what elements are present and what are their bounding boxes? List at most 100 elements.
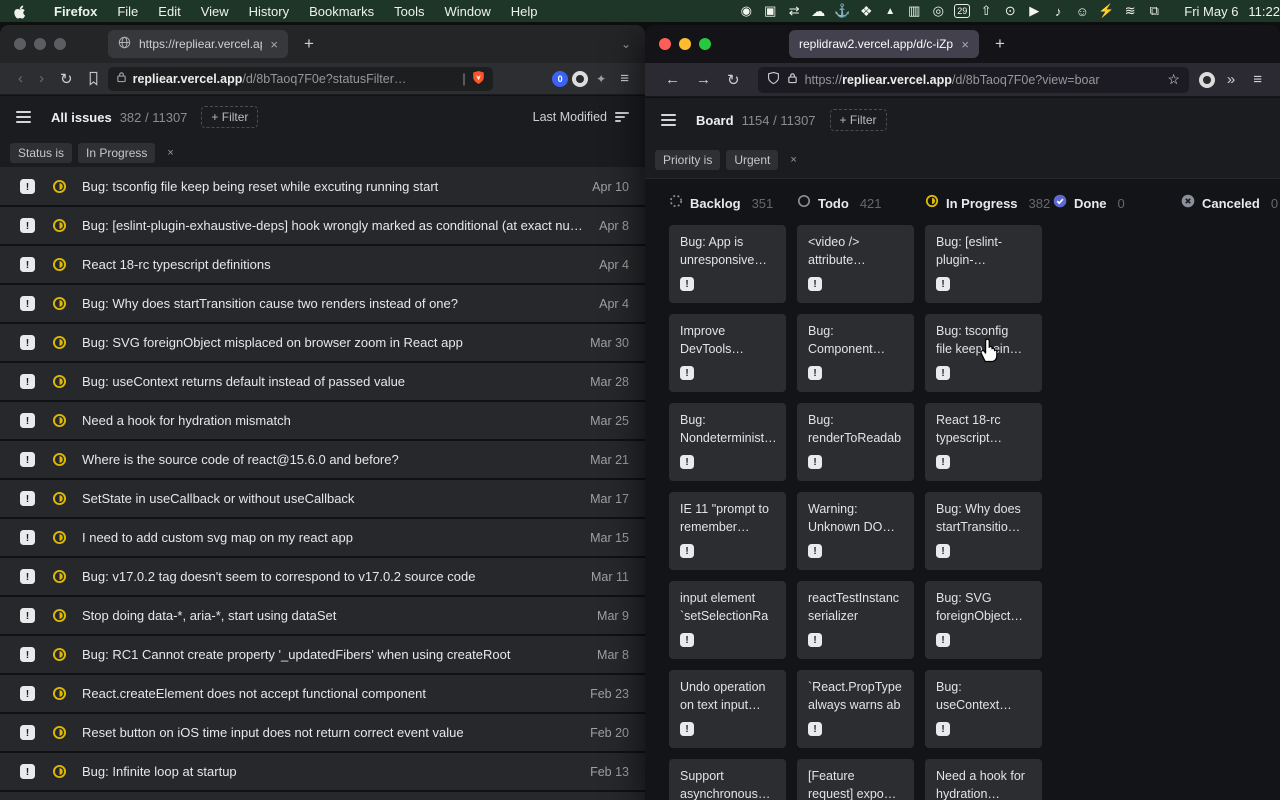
docker-icon[interactable]: ⚓ — [830, 3, 854, 19]
in-progress-status-icon[interactable] — [52, 686, 67, 701]
in-progress-status-icon[interactable] — [52, 608, 67, 623]
issue-row[interactable]: ! Bug: tsconfig file keep being reset wh… — [0, 168, 645, 205]
in-progress-status-icon[interactable] — [52, 218, 67, 233]
filter-field-chip[interactable]: Status is — [10, 143, 72, 163]
tab-close-icon[interactable]: × — [961, 37, 969, 52]
menu-bookmarks[interactable]: Bookmarks — [299, 4, 384, 19]
board-card[interactable]: reactTestInstanc serializer ! — [797, 581, 914, 659]
reload-button[interactable]: ↻ — [52, 70, 81, 88]
board-card[interactable]: Bug: Component… ! — [797, 314, 914, 392]
board-card[interactable]: [Feature request] expo… ! — [797, 759, 914, 800]
board-card[interactable]: IE 11 "prompt to remember… ! — [669, 492, 786, 570]
in-progress-status-icon[interactable] — [52, 413, 67, 428]
issue-row[interactable]: ! Stop doing data-*, aria-*, start using… — [0, 597, 645, 634]
menu-view[interactable]: View — [191, 4, 239, 19]
issue-row[interactable]: ! I need to add custom svg map on my rea… — [0, 519, 645, 556]
issue-row[interactable]: ! Bug: Infinite loop at startup Feb 13 — [0, 753, 645, 790]
github-extension-icon[interactable] — [1199, 72, 1215, 88]
account-icon[interactable]: ☺ — [1070, 4, 1094, 19]
board-card[interactable]: input element `setSelectionRa ! — [669, 581, 786, 659]
in-progress-status-icon[interactable] — [52, 725, 67, 740]
sidebar-toggle-icon[interactable] — [16, 111, 31, 123]
browser-menu-button[interactable]: ≡ — [614, 70, 635, 87]
screen-record-icon[interactable]: ▣ — [758, 3, 782, 19]
board-card[interactable]: Bug: SVG foreignObject… ! — [925, 581, 1042, 659]
filter-field-chip[interactable]: Priority is — [655, 150, 720, 170]
browser-tab[interactable]: replidraw2.vercel.app/d/c-iZpq × — [789, 30, 979, 58]
lock-icon[interactable] — [787, 72, 798, 87]
in-progress-status-icon[interactable] — [52, 335, 67, 350]
add-filter-button[interactable]: + Filter — [830, 109, 887, 131]
sidebar-toggle-icon[interactable] — [661, 114, 676, 126]
issue-row[interactable]: ! Bug: useContext returns default instea… — [0, 363, 645, 400]
board-card[interactable]: Bug: tsconfig file keep bein… ! — [925, 314, 1042, 392]
in-progress-status-icon[interactable] — [52, 491, 67, 506]
onepassword-extension-icon[interactable]: 0 — [552, 71, 568, 87]
add-filter-button[interactable]: + Filter — [201, 106, 258, 128]
browser-tab[interactable]: https://repliear.vercel.app/d/8b × — [108, 30, 288, 58]
apple-menu-icon[interactable] — [14, 4, 28, 19]
record-icon[interactable]: ◉ — [734, 3, 758, 19]
sort-control[interactable]: Last Modified — [533, 110, 629, 124]
wifi-icon[interactable]: ≋ — [1118, 3, 1142, 19]
board-card[interactable]: Need a hook for hydration… ! — [925, 759, 1042, 800]
menu-edit[interactable]: Edit — [148, 4, 190, 19]
cloud-icon[interactable]: ☁ — [806, 3, 830, 20]
board-card[interactable]: Bug: renderToReadab ! — [797, 403, 914, 481]
back-button[interactable]: ‹ — [10, 70, 31, 87]
in-progress-status-icon[interactable] — [52, 647, 67, 662]
menu-tools[interactable]: Tools — [384, 4, 434, 19]
toolbar-overflow-icon[interactable]: » — [1219, 71, 1243, 88]
board-card[interactable]: Bug: useContext… ! — [925, 670, 1042, 748]
bookmark-star-icon[interactable]: ☆ — [1167, 71, 1180, 88]
new-tab-button[interactable]: + — [304, 34, 314, 54]
menu-bar-clock[interactable]: Fri May 6 11:22 — [1184, 4, 1280, 19]
issue-row[interactable]: ! Need a hook for hydration mismatch Mar… — [0, 402, 645, 439]
issue-row[interactable]: ! React 18-rc typescript definitions Apr… — [0, 246, 645, 283]
filter-value-chip[interactable]: In Progress — [78, 143, 155, 163]
in-progress-status-icon[interactable] — [52, 764, 67, 779]
board-card[interactable]: Undo operation on text input… ! — [669, 670, 786, 748]
vercel-icon[interactable]: ▲ — [878, 6, 902, 17]
board-card[interactable]: Bug: Nondeterminist… ! — [669, 403, 786, 481]
power-icon[interactable]: ⊙ — [998, 3, 1022, 19]
filter-value-chip[interactable]: Urgent — [726, 150, 778, 170]
board-card[interactable]: Bug: App is unresponsive… ! — [669, 225, 786, 303]
menu-history[interactable]: History — [239, 4, 299, 19]
issue-row[interactable]: ! Bug: [eslint-plugin-exhaustive-deps] h… — [0, 207, 645, 244]
board-card[interactable]: <video /> attribute… ! — [797, 225, 914, 303]
menu-help[interactable]: Help — [501, 4, 548, 19]
issue-row[interactable]: ! React.createElement does not accept fu… — [0, 675, 645, 712]
new-tab-button[interactable]: + — [995, 34, 1005, 54]
in-progress-status-icon[interactable] — [52, 569, 67, 584]
board-card[interactable]: Support asynchronous… ! — [669, 759, 786, 800]
issue-row[interactable]: ! Where is the source code of react@15.6… — [0, 441, 645, 478]
stage-manager-icon[interactable]: ⧉ — [1142, 3, 1166, 19]
reload-button[interactable]: ↻ — [719, 71, 748, 89]
play-icon[interactable]: ▶ — [1022, 3, 1046, 19]
tab-close-icon[interactable]: × — [270, 37, 278, 52]
calendar-icon[interactable]: 29 — [954, 4, 970, 18]
forward-button[interactable]: › — [31, 70, 52, 87]
board-card[interactable]: Improve DevTools… ! — [669, 314, 786, 392]
in-progress-status-icon[interactable] — [52, 374, 67, 389]
in-progress-status-icon[interactable] — [52, 530, 67, 545]
board-card[interactable]: Bug: Why does startTransitio… ! — [925, 492, 1042, 570]
tab-list-chevron-icon[interactable]: ⌄ — [621, 37, 631, 51]
forward-button[interactable]: → — [688, 71, 719, 88]
issue-row[interactable]: ! Bug: v17.0.2 tag doesn't seem to corre… — [0, 558, 645, 595]
extension-icon[interactable]: ✦ — [592, 72, 610, 86]
issue-row[interactable]: ! Bug: RC1 Cannot create property '_upda… — [0, 636, 645, 673]
board-card[interactable]: Warning: Unknown DO… ! — [797, 492, 914, 570]
window-tiling-icon[interactable]: ▥ — [902, 3, 926, 19]
in-progress-status-icon[interactable] — [52, 452, 67, 467]
issue-row[interactable]: ! Bug: Why does startTransition cause tw… — [0, 285, 645, 322]
menu-window[interactable]: Window — [435, 4, 501, 19]
board-card[interactable]: Bug: [eslint- plugin-… ! — [925, 225, 1042, 303]
address-bar[interactable]: repliear.vercel.app/d/8bTaoq7F0e?statusF… — [108, 67, 493, 91]
github-extension-icon[interactable] — [572, 71, 588, 87]
filter-remove-icon[interactable]: × — [784, 152, 802, 168]
onepassword-icon[interactable]: ◎ — [926, 3, 950, 19]
issue-row[interactable]: ! Reset button on iOS time input does no… — [0, 714, 645, 751]
window-controls[interactable] — [659, 38, 711, 50]
